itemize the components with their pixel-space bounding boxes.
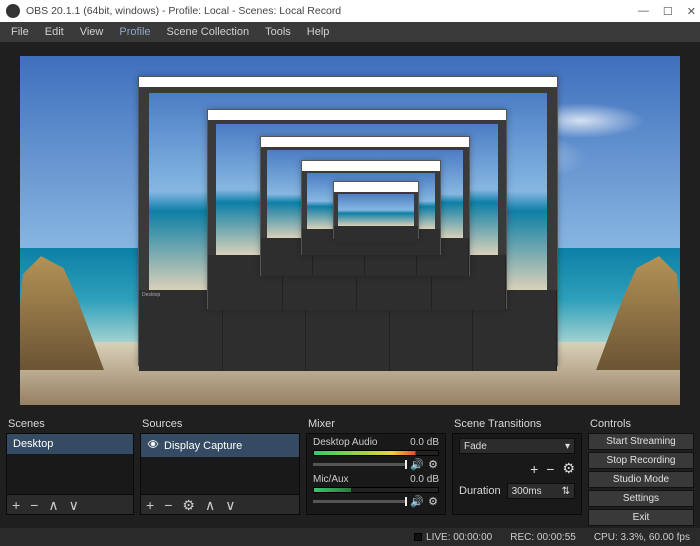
source-item-label: Display Capture (164, 440, 242, 452)
scene-item[interactable]: Desktop (7, 434, 133, 454)
status-bar: LIVE: 00:00:00 REC: 00:00:55 CPU: 3.3%, … (0, 528, 700, 546)
speaker-icon[interactable]: 🔊 (411, 458, 423, 470)
source-add-button[interactable]: + (141, 498, 159, 512)
preview-canvas[interactable]: Desktop Display Capture (20, 56, 680, 405)
mixer-title: Mixer (306, 415, 446, 433)
status-rec: REC: 00:00:55 (510, 532, 576, 543)
minimize-button[interactable]: — (638, 5, 649, 17)
scenes-list[interactable]: Desktop (6, 433, 134, 495)
menu-scene-collection[interactable]: Scene Collection (160, 24, 257, 40)
mixer-channel-desktop: Desktop Audio 0.0 dB 🔊 ⚙ (307, 434, 445, 471)
scenes-toolbar: + − ∧ ∨ (6, 495, 134, 515)
preview-area: Desktop Display Capture (0, 42, 700, 415)
settings-button[interactable]: Settings (588, 490, 694, 507)
speaker-icon[interactable]: 🔊 (411, 495, 423, 507)
mixer-channel-mic: Mic/Aux 0.0 dB 🔊 ⚙ (307, 471, 445, 508)
exit-button[interactable]: Exit (588, 509, 694, 526)
transitions-title: Scene Transitions (452, 415, 582, 433)
volume-slider[interactable] (313, 463, 407, 466)
recursive-window-4 (301, 160, 441, 255)
mixer-body: Desktop Audio 0.0 dB 🔊 ⚙ Mic/Aux 0.0 dB (306, 433, 446, 515)
scene-remove-button[interactable]: − (25, 498, 43, 512)
title-bar: OBS 20.1.1 (64bit, windows) - Profile: L… (0, 0, 700, 22)
channel-meter (313, 487, 439, 493)
duration-value: 300ms (512, 486, 542, 497)
menu-bar: File Edit View Profile Scene Collection … (0, 22, 700, 42)
recursive-window-1: Desktop Display Capture (138, 76, 558, 366)
menu-help[interactable]: Help (300, 24, 337, 40)
app-logo-icon (6, 4, 20, 18)
transition-settings-button[interactable]: ⚙ (562, 460, 575, 477)
scene-item-label: Desktop (13, 438, 53, 450)
status-live: LIVE: 00:00:00 (414, 532, 492, 543)
sources-toolbar: + − ⚙ ∧ ∨ (140, 495, 300, 515)
transition-select[interactable]: Fade ▾ (459, 438, 575, 454)
menu-edit[interactable]: Edit (38, 24, 71, 40)
controls-title: Controls (588, 415, 694, 433)
scene-add-button[interactable]: + (7, 498, 25, 512)
channel-name: Desktop Audio (313, 437, 378, 448)
studio-mode-button[interactable]: Studio Mode (588, 471, 694, 488)
status-cpu: CPU: 3.3%, 60.00 fps (594, 532, 690, 543)
source-settings-button[interactable]: ⚙ (177, 498, 200, 512)
transition-selected: Fade (464, 441, 487, 452)
transitions-body: Fade ▾ + − ⚙ Duration 300ms ⇅ (452, 433, 582, 515)
recursive-window-5 (333, 181, 419, 239)
stop-recording-button[interactable]: Stop Recording (588, 452, 694, 469)
recursive-window-2 (207, 109, 507, 309)
source-up-button[interactable]: ∧ (200, 498, 220, 512)
duration-label: Duration (459, 485, 501, 497)
stepper-icon[interactable]: ⇅ (562, 486, 570, 497)
docks: Scenes Desktop + − ∧ ∨ Sources Display C… (0, 415, 700, 528)
sources-panel: Sources Display Capture + − ⚙ ∧ ∨ (140, 415, 300, 528)
sources-title: Sources (140, 415, 300, 433)
menu-view[interactable]: View (73, 24, 111, 40)
start-streaming-button[interactable]: Start Streaming (588, 433, 694, 450)
channel-name: Mic/Aux (313, 474, 349, 485)
visibility-icon[interactable] (147, 438, 159, 453)
recursive-window-3 (260, 136, 470, 276)
scene-transitions-panel: Scene Transitions Fade ▾ + − ⚙ Duration … (452, 415, 582, 528)
maximize-button[interactable]: ☐ (663, 5, 673, 18)
source-down-button[interactable]: ∨ (220, 498, 240, 512)
source-item[interactable]: Display Capture (141, 434, 299, 457)
scene-up-button[interactable]: ∧ (43, 498, 63, 512)
menu-tools[interactable]: Tools (258, 24, 298, 40)
channel-db: 0.0 dB (410, 437, 439, 448)
sources-list[interactable]: Display Capture (140, 433, 300, 495)
mixer-panel: Mixer Desktop Audio 0.0 dB 🔊 ⚙ Mic/Aux 0… (306, 415, 446, 528)
channel-settings-icon[interactable]: ⚙ (427, 495, 439, 507)
close-button[interactable]: ✕ (687, 5, 696, 18)
scenes-panel: Scenes Desktop + − ∧ ∨ (6, 415, 134, 528)
controls-body: Start Streaming Stop Recording Studio Mo… (588, 433, 694, 528)
transition-remove-button[interactable]: − (546, 461, 554, 477)
duration-input[interactable]: 300ms ⇅ (507, 483, 575, 499)
channel-db: 0.0 dB (410, 474, 439, 485)
controls-panel: Controls Start Streaming Stop Recording … (588, 415, 694, 528)
window-controls: — ☐ ✕ (638, 0, 696, 22)
menu-file[interactable]: File (4, 24, 36, 40)
window-title: OBS 20.1.1 (64bit, windows) - Profile: L… (26, 5, 341, 17)
channel-meter (313, 450, 439, 456)
live-indicator-icon (414, 533, 422, 541)
menu-profile[interactable]: Profile (112, 24, 157, 40)
source-remove-button[interactable]: − (159, 498, 177, 512)
channel-settings-icon[interactable]: ⚙ (427, 458, 439, 470)
chevron-down-icon: ▾ (565, 441, 570, 452)
scene-down-button[interactable]: ∨ (64, 498, 84, 512)
volume-slider[interactable] (313, 500, 407, 503)
transition-add-button[interactable]: + (530, 461, 538, 477)
scenes-title: Scenes (6, 415, 134, 433)
